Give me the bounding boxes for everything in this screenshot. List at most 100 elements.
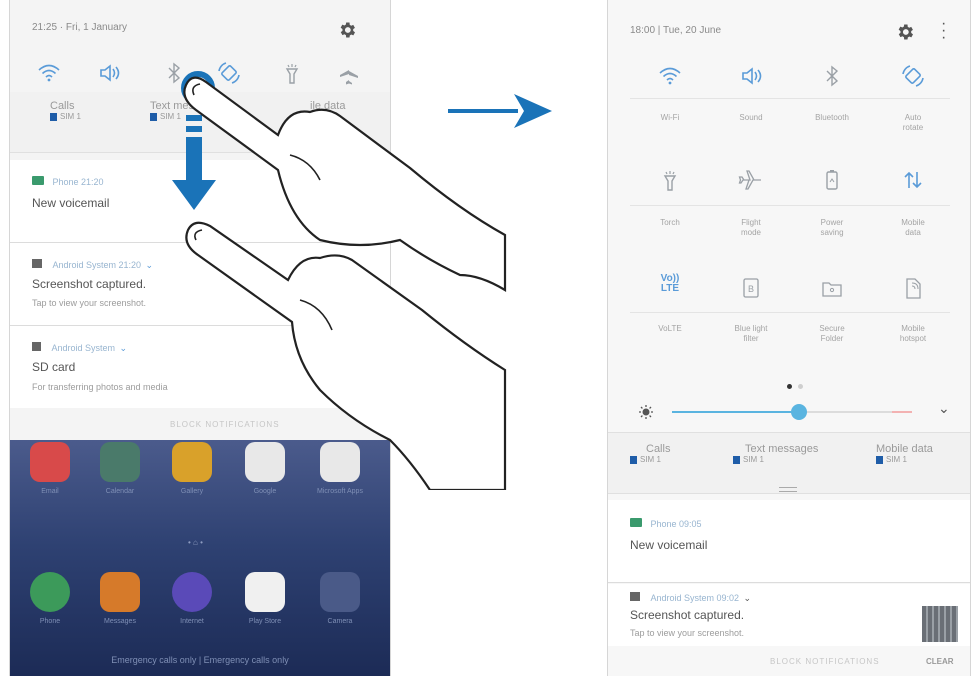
notif-subtext: Tap to view your screenshot. [630, 628, 745, 638]
calendar-app-icon[interactable] [100, 442, 140, 482]
tile-label-auto-rotate: Auto rotate [902, 113, 924, 132]
sim-text-label: Text messages [745, 443, 819, 455]
auto-rotate-icon[interactable] [899, 62, 927, 90]
page-indicator [784, 376, 806, 394]
tile-label-power: Power saving [820, 218, 844, 237]
notif-title: New voicemail [630, 538, 708, 552]
phone-app-icon[interactable] [30, 572, 70, 612]
wifi-icon[interactable] [35, 59, 63, 87]
notif-title: New voicemail [32, 196, 110, 210]
internet-app-icon[interactable] [172, 572, 212, 612]
volte-icon[interactable]: Vo)) LTE [656, 274, 684, 294]
notif-header: Android System ⌄ [32, 338, 127, 356]
sim-data-sub: SIM 1 [876, 455, 933, 464]
sim-data[interactable]: Mobile data SIM 1 [876, 443, 933, 464]
drag-handle-icon[interactable] [779, 487, 797, 492]
notification-voicemail[interactable]: Phone 09:05 New voicemail [608, 500, 970, 583]
brightness-icon [639, 405, 653, 419]
page-dot [798, 384, 803, 389]
sim-selector-row: Calls SIM 1 Text messages SIM 1 Mobile d… [608, 432, 970, 494]
notification-screenshot[interactable]: Android System 09:02 ⌄ Screenshot captur… [608, 584, 970, 647]
sim-calls[interactable]: Calls SIM 1 [630, 443, 670, 464]
drag-down-arrow [172, 115, 216, 210]
chevron-down-icon[interactable]: ⌄ [119, 343, 127, 353]
secure-folder-icon[interactable] [818, 274, 846, 302]
block-notifications-button[interactable]: BLOCK NOTIFICATIONS [770, 657, 880, 666]
app-label: Camera [327, 618, 353, 625]
tile-label-blue-light: Blue light filter [734, 324, 768, 343]
bluetooth-icon[interactable] [818, 62, 846, 90]
notif-title: SD card [32, 360, 76, 374]
row-divider [630, 312, 950, 313]
app-label: Email [41, 488, 59, 495]
torch-icon[interactable] [656, 166, 684, 194]
notif-title: Screenshot captured. [630, 608, 745, 622]
transition-arrow-icon [448, 94, 552, 128]
app-label: Play Store [248, 618, 282, 625]
notif-header: Phone 21:20 [32, 172, 104, 190]
notif-header: Phone 09:05 [630, 514, 702, 532]
sim-calls[interactable]: Calls SIM 1 [50, 100, 81, 121]
sd-card-icon [32, 342, 41, 352]
voicemail-icon [32, 176, 44, 186]
notif-app-name: Android System [51, 343, 115, 353]
tile-label-secure-folder: Secure Folder [819, 324, 845, 343]
chevron-down-icon[interactable]: ⌄ [938, 400, 950, 417]
clear-button[interactable]: CLEAR [926, 657, 954, 666]
page-indicator: • ⌂ • [188, 538, 203, 547]
brightness-track[interactable] [672, 404, 912, 420]
tile-label-sound: Sound [739, 113, 763, 122]
notif-subtext: Tap to view your screenshot. [32, 298, 147, 308]
image-icon [32, 259, 42, 269]
settings-gear-icon[interactable] [337, 20, 357, 40]
right-phone-screen: 18:00 | Tue, 20 June · · · Wi-Fi Sound Blu… [607, 0, 971, 676]
chevron-down-icon[interactable]: ⌄ [145, 260, 153, 270]
sim-calls-sub: SIM 1 [50, 112, 81, 121]
tile-label-wifi: Wi-Fi [660, 113, 680, 122]
image-icon [630, 592, 640, 602]
status-time-date: 21:25 · Fri, 1 January [32, 22, 128, 33]
notif-app-name: Phone 09:05 [650, 519, 702, 529]
tile-label-mobile-data: Mobile data [901, 218, 925, 237]
tile-label-volte: VoLTE [658, 324, 682, 333]
blue-light-icon[interactable]: B [737, 274, 765, 302]
chevron-down-icon[interactable]: ⌄ [743, 593, 751, 603]
sound-icon[interactable] [95, 59, 123, 87]
tile-label-flight: Flight mode [740, 218, 761, 237]
email-app-icon[interactable] [30, 442, 70, 482]
notif-title: Screenshot captured. [32, 277, 147, 291]
row-divider [630, 205, 950, 206]
wifi-icon[interactable] [656, 62, 684, 90]
emergency-calls-text: Emergency calls only | Emergency calls o… [111, 655, 289, 665]
row-divider [630, 98, 950, 99]
mobile-data-icon[interactable] [899, 166, 927, 194]
app-label: Internet [180, 618, 204, 625]
sim-calls-label: Calls [646, 443, 671, 455]
svg-text:B: B [748, 284, 754, 294]
play-store-app-icon[interactable] [245, 572, 285, 612]
tile-label-hotspot: Mobile hotspot [899, 324, 927, 343]
camera-app-icon[interactable] [320, 572, 360, 612]
notif-header: Android System 21:20 ⌄ [32, 255, 153, 273]
sound-icon[interactable] [737, 62, 765, 90]
tile-label-torch: Torch [660, 218, 680, 227]
screenshot-thumbnail [922, 606, 958, 642]
app-label: Calendar [105, 488, 135, 495]
sim-calls-label: Calls [50, 100, 75, 112]
battery-icon[interactable] [818, 166, 846, 194]
notif-header: Android System 09:02 ⌄ [630, 588, 751, 606]
notif-app-name: Android System 21:20 [52, 260, 142, 270]
hotspot-icon[interactable] [899, 274, 927, 302]
messages-app-icon[interactable] [100, 572, 140, 612]
app-label: Phone [39, 618, 61, 625]
voicemail-icon [630, 518, 642, 528]
sim-text[interactable]: Text messages SIM 1 [733, 443, 818, 464]
sim-text-sub: SIM 1 [733, 455, 818, 464]
app-label: Messages [104, 618, 136, 625]
brightness-slider-thumb[interactable] [791, 404, 808, 420]
sim-data-label: Mobile data [876, 443, 933, 455]
page-dot-active [787, 384, 792, 389]
airplane-icon[interactable] [737, 166, 765, 194]
brightness-control: ⌄ [608, 398, 970, 426]
notif-subtext: For transferring photos and media [32, 382, 168, 392]
